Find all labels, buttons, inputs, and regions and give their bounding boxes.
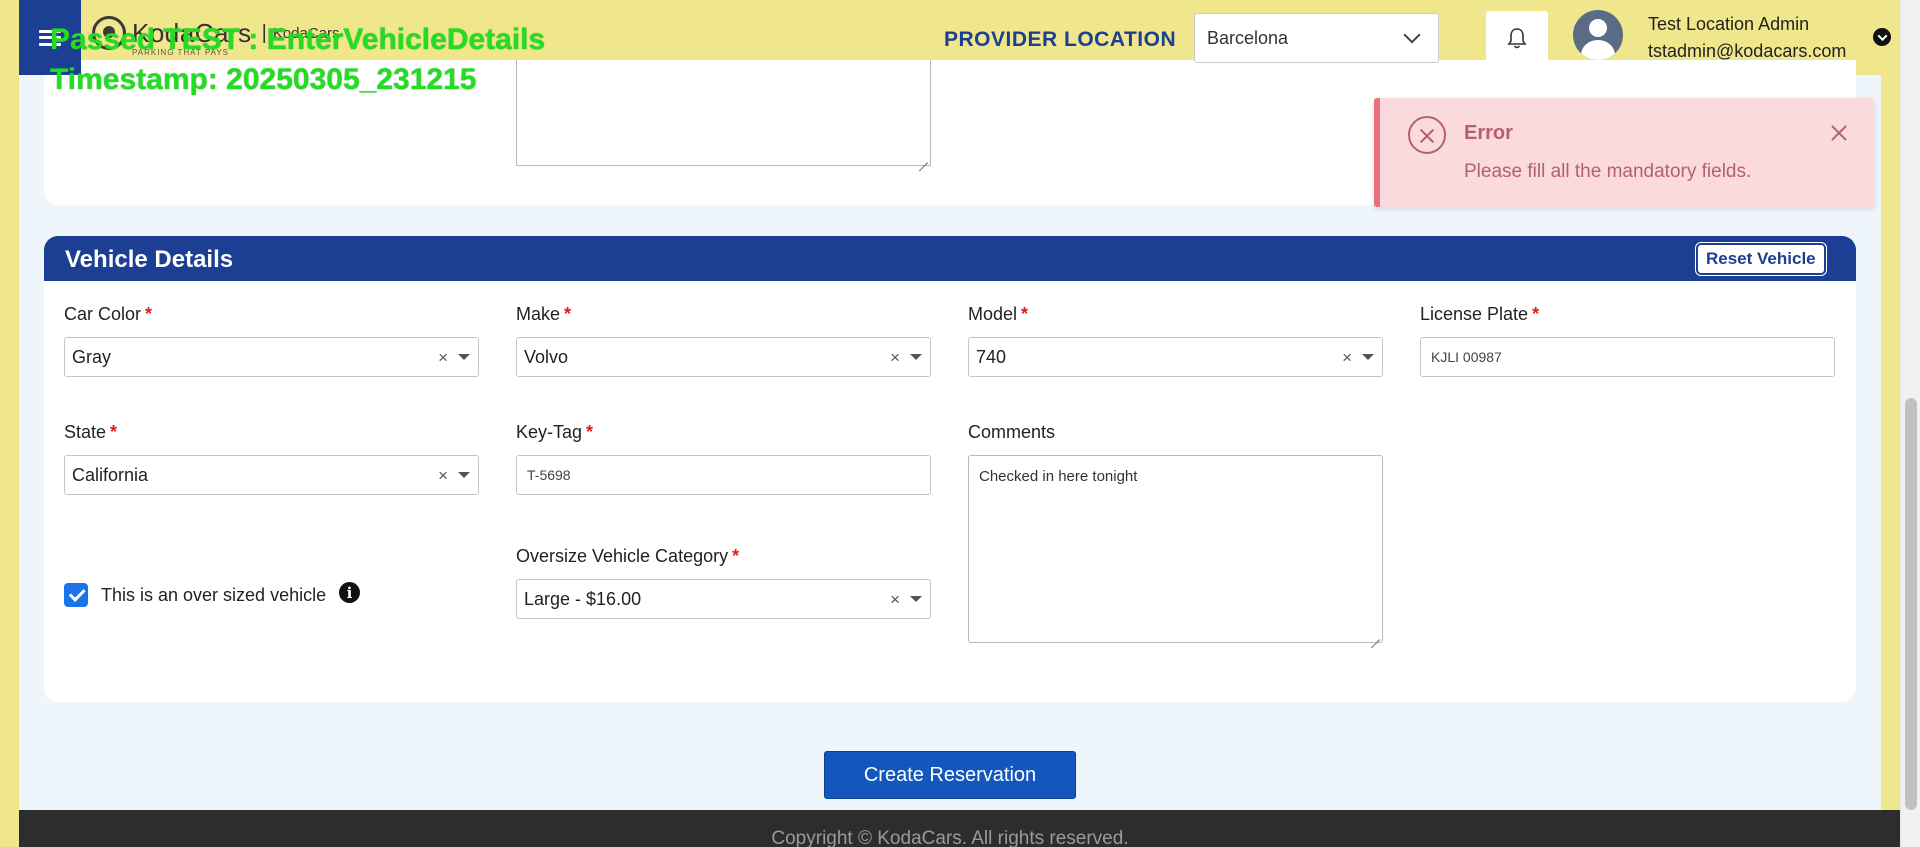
clear-icon[interactable]: × bbox=[438, 348, 448, 368]
hamburger-icon bbox=[39, 29, 61, 46]
footer: Copyright © KodaCars. All rights reserve… bbox=[19, 810, 1900, 847]
logo-small-name: KodaCars bbox=[272, 24, 340, 42]
notifications-button[interactable] bbox=[1486, 11, 1548, 64]
car-color-select[interactable]: Gray × bbox=[64, 337, 479, 377]
footer-copyright: Copyright © KodaCars. All rights reserve… bbox=[771, 828, 1129, 847]
location-value: Barcelona bbox=[1207, 27, 1289, 48]
bell-icon bbox=[1507, 27, 1527, 48]
car-color-label: Car Color * bbox=[64, 304, 153, 324]
clear-icon[interactable]: × bbox=[890, 348, 900, 368]
key-tag-label: Key-Tag * bbox=[516, 422, 594, 442]
toast-message: Please fill all the mandatory fields. bbox=[1464, 161, 1752, 182]
logo[interactable]: KodaCars PARKING THAT PAYS | KodaCars bbox=[92, 16, 340, 57]
logo-tagline: PARKING THAT PAYS bbox=[132, 48, 230, 57]
logo-separator: | bbox=[261, 21, 267, 44]
error-circle-icon bbox=[1408, 116, 1446, 154]
dropdown-arrow-icon bbox=[458, 354, 470, 360]
user-name: Test Location Admin bbox=[1648, 14, 1810, 34]
dropdown-arrow-icon bbox=[910, 354, 922, 360]
make-select[interactable]: Volvo × bbox=[516, 337, 931, 377]
scroll-thumb[interactable] bbox=[1905, 398, 1917, 810]
page-scrollbar[interactable] bbox=[1900, 0, 1920, 847]
key-tag-input[interactable]: T-5698 bbox=[516, 455, 931, 495]
oversize-category-label: Oversize Vehicle Category * bbox=[516, 546, 740, 566]
car-color-value: Gray bbox=[72, 347, 112, 367]
create-reservation-button[interactable]: Create Reservation bbox=[824, 751, 1076, 799]
provider-location-label: PROVIDER LOCATION bbox=[944, 28, 1177, 51]
close-icon[interactable] bbox=[1828, 122, 1850, 144]
error-toast: Error Please fill all the mandatory fiel… bbox=[1374, 98, 1874, 207]
dropdown-arrow-icon bbox=[910, 596, 922, 602]
state-select[interactable]: California × bbox=[64, 455, 479, 495]
state-value: California bbox=[72, 465, 149, 485]
make-label: Make * bbox=[516, 304, 572, 324]
user-menu-chevron-icon[interactable] bbox=[1873, 28, 1891, 46]
model-label: Model * bbox=[968, 304, 1029, 324]
previous-section-textarea[interactable] bbox=[516, 60, 931, 166]
right-frame bbox=[1881, 0, 1900, 847]
toast-title: Error bbox=[1464, 122, 1513, 144]
vehicle-details-header: Vehicle Details Reset Vehicle bbox=[44, 236, 1856, 281]
license-plate-label: License Plate * bbox=[1420, 304, 1540, 324]
section-title: Vehicle Details bbox=[65, 246, 234, 273]
state-label: State * bbox=[64, 422, 118, 442]
make-value: Volvo bbox=[524, 347, 569, 367]
comments-label: Comments bbox=[968, 422, 1056, 442]
location-select[interactable]: Barcelona bbox=[1194, 13, 1439, 63]
oversize-category-value: Large - $16.00 bbox=[524, 589, 642, 609]
model-value: 740 bbox=[976, 347, 1007, 367]
left-frame bbox=[0, 0, 19, 847]
menu-button[interactable] bbox=[19, 0, 81, 75]
comments-value: Checked in here tonight bbox=[979, 468, 1138, 485]
info-icon[interactable]: i bbox=[339, 582, 360, 603]
dropdown-arrow-icon bbox=[458, 472, 470, 478]
avatar[interactable] bbox=[1573, 10, 1623, 60]
dropdown-arrow-icon bbox=[1362, 354, 1374, 360]
reset-vehicle-button[interactable]: Reset Vehicle bbox=[1696, 243, 1826, 275]
resize-grip-icon[interactable] bbox=[1370, 630, 1380, 640]
model-select[interactable]: 740 × bbox=[968, 337, 1383, 377]
user-email: tstadmin@kodacars.com bbox=[1648, 41, 1847, 61]
oversize-category-select[interactable]: Large - $16.00 × bbox=[516, 579, 931, 619]
clear-icon[interactable]: × bbox=[890, 590, 900, 610]
logo-brand: KodaCars bbox=[132, 17, 252, 48]
resize-grip-icon[interactable] bbox=[918, 153, 928, 163]
clear-icon[interactable]: × bbox=[1342, 348, 1352, 368]
clear-icon[interactable]: × bbox=[438, 466, 448, 486]
chevron-down-icon bbox=[1403, 26, 1421, 44]
license-plate-input[interactable]: KJLI 00987 bbox=[1420, 337, 1835, 377]
oversize-checkbox-label[interactable]: This is an over sized vehicle bbox=[101, 585, 326, 606]
oversize-checkbox[interactable] bbox=[64, 583, 88, 607]
vehicle-details-card: Vehicle Details Reset Vehicle Car Color *… bbox=[44, 236, 1856, 702]
logo-mark-icon bbox=[92, 16, 126, 50]
comments-textarea[interactable]: Checked in here tonight bbox=[968, 455, 1383, 643]
